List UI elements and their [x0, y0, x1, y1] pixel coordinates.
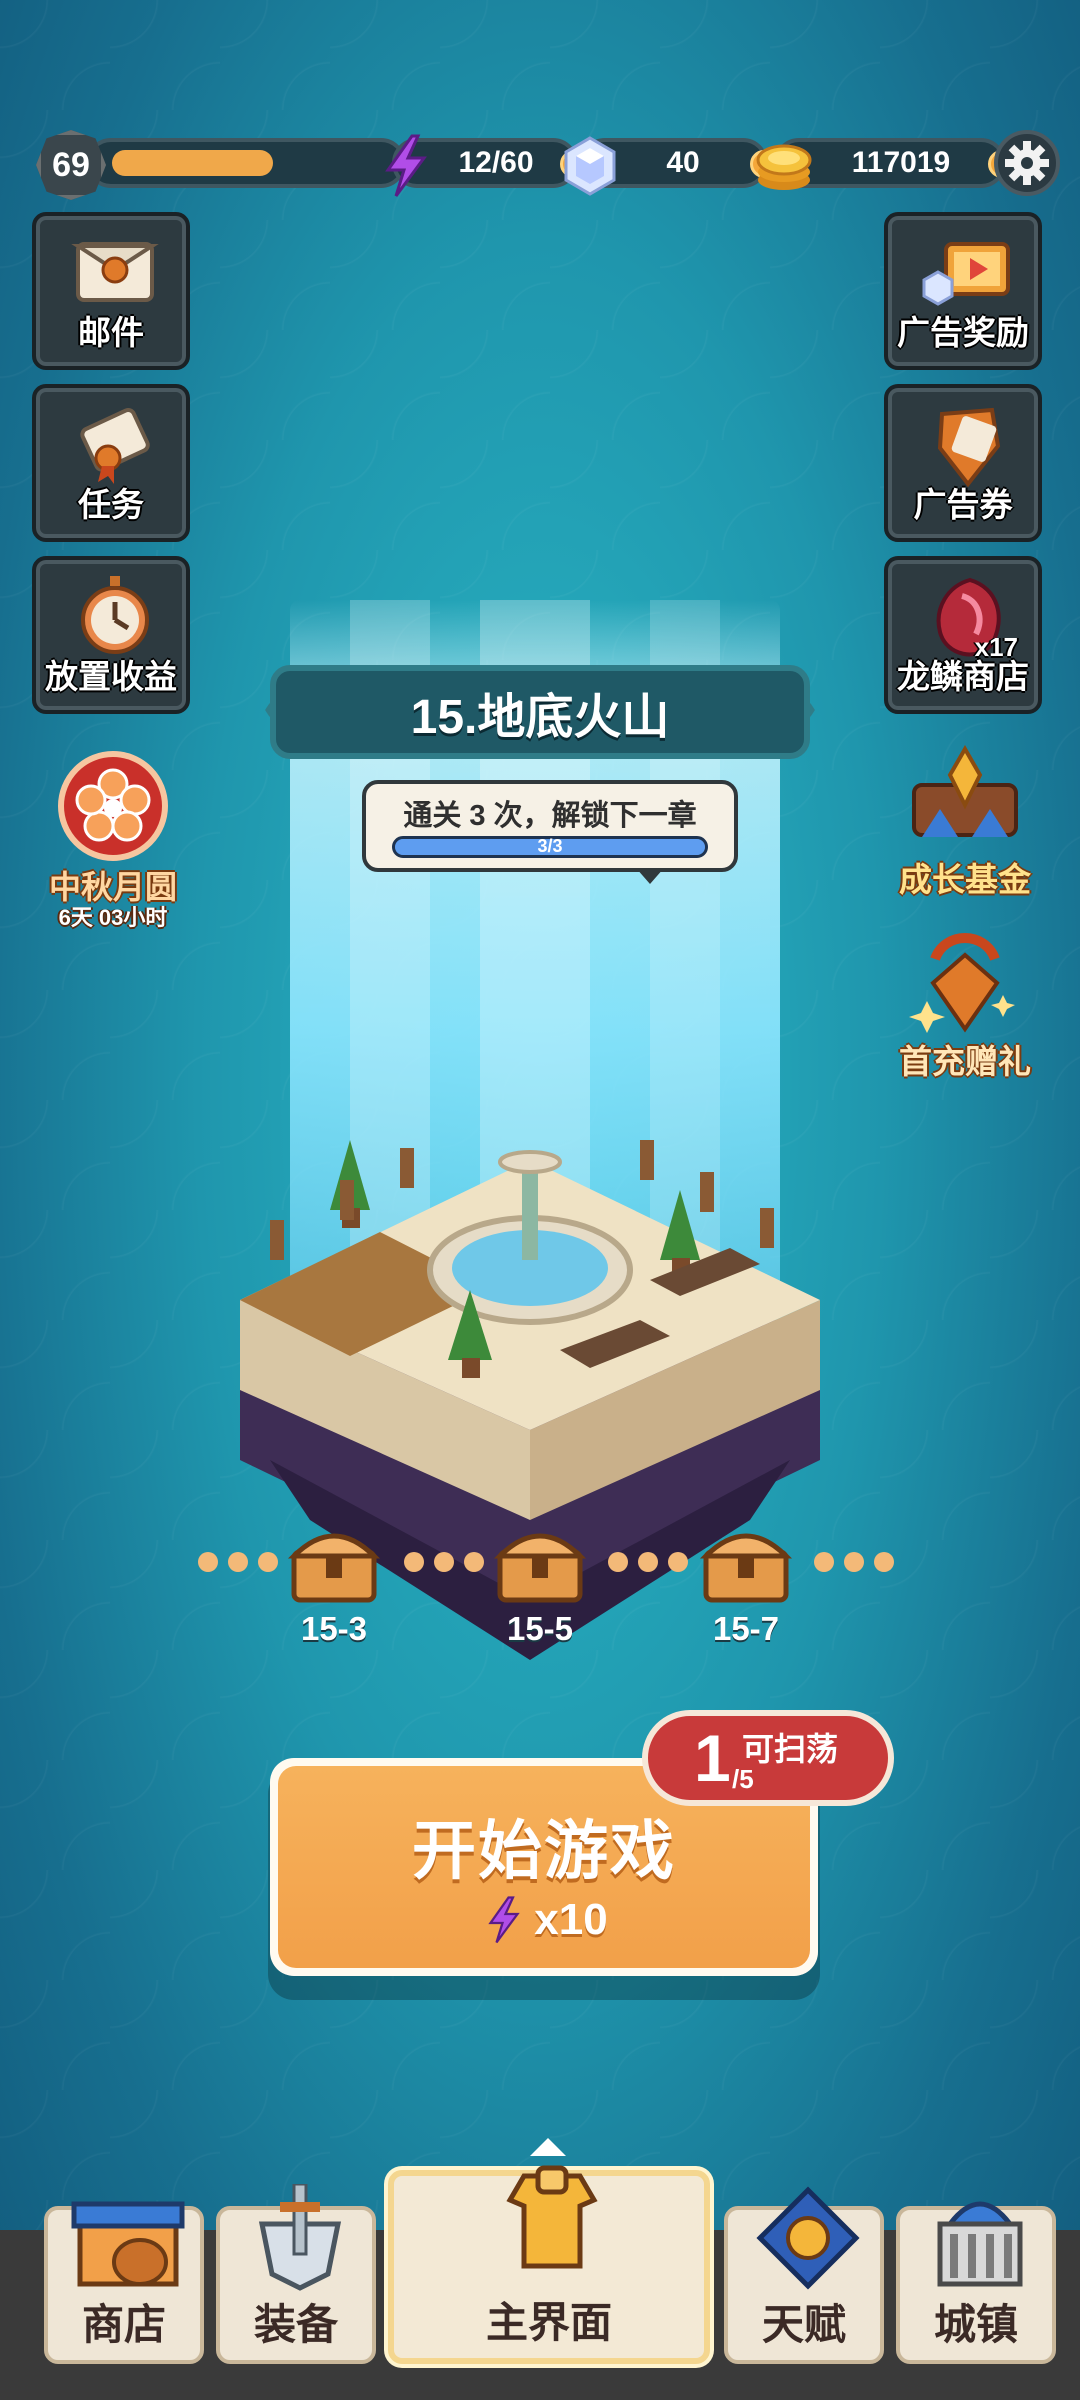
event-timer: 6天 03小时 [58, 905, 168, 930]
scroll-icon [80, 407, 150, 484]
growth-fund-label: 成长基金 [899, 861, 1031, 898]
milestone-label: 15-3 [300, 1610, 368, 1647]
ad-reward-label: 广告奖励 [897, 314, 1029, 351]
diamond-icon [564, 136, 616, 196]
gem-counter[interactable]: 40 + [564, 136, 778, 196]
ad-reward-button[interactable]: 广告奖励 [884, 212, 1042, 370]
idle-income-button[interactable]: 放置收益 [32, 556, 190, 714]
coin-value: 117019 [851, 146, 951, 179]
tasks-button[interactable]: 任务 [32, 384, 190, 542]
status-bar: 69 12/60 + 40 + 117019 + [36, 130, 1060, 200]
milestone-dots-4 [814, 1552, 894, 1574]
dragon-scale-shop-button[interactable]: x17 龙鳞商店 [884, 556, 1042, 714]
sweep-label: 可扫荡 [742, 1731, 839, 1767]
nav-main-label: 主界面 [485, 2299, 612, 2346]
idle-income-label: 放置收益 [45, 658, 177, 695]
milestone-dots-2 [404, 1552, 484, 1574]
milestone-label: 15-7 [712, 1610, 780, 1647]
mail-label: 邮件 [78, 314, 144, 351]
ticket-shield-icon [937, 407, 1001, 488]
chapter-title: 15.地底火山 [270, 665, 810, 759]
nav-talent[interactable]: 天赋 [724, 2186, 884, 2364]
nav-equipment[interactable]: 装备 [216, 2184, 376, 2364]
lightning-icon [488, 1896, 521, 1944]
flower-medal-icon [58, 751, 168, 861]
treasure-chest-icon[interactable] [286, 1512, 382, 1608]
nav-shop-label: 商店 [81, 2301, 166, 2348]
nav-talent-label: 天赋 [761, 2301, 846, 2348]
milestone-dots-1 [198, 1552, 278, 1574]
unlock-progress-text: 3/3 [537, 836, 563, 856]
coin-counter[interactable]: 117019 + [756, 138, 1016, 190]
start-game-label: 开始游戏 [412, 1815, 676, 1887]
energy-counter[interactable]: 12/60 + [385, 134, 588, 197]
level-value: 69 [52, 145, 90, 184]
xp-bar-fill [112, 150, 274, 176]
first-recharge-button[interactable]: 首充赠礼 [890, 925, 1040, 1080]
nav-main[interactable]: 主界面 [388, 2165, 710, 2364]
energy-value: 12/60 [458, 146, 534, 179]
nav-town-label: 城镇 [933, 2301, 1018, 2348]
mail-button[interactable]: 邮件 [32, 212, 190, 370]
treasure-chest-icon[interactable] [698, 1512, 794, 1608]
chapter-unlock-tooltip: 通关 3 次，解锁下一章 3/3 [362, 780, 738, 884]
mail-icon [71, 242, 159, 302]
sword-icon [258, 2184, 342, 2291]
coin-stack-icon [756, 144, 812, 190]
gem-value: 40 [666, 146, 700, 179]
town-icon [937, 2201, 1023, 2287]
stopwatch-icon [81, 576, 149, 654]
armor-icon [506, 2165, 598, 2269]
level-badge[interactable]: 69 [36, 130, 106, 200]
treasure-chest-icon[interactable] [492, 1512, 588, 1608]
tasks-label: 任务 [78, 486, 144, 523]
xp-bar [86, 138, 406, 188]
dragon-scale-shop-label: 龙鳞商店 [897, 658, 1029, 695]
settings-button[interactable] [994, 130, 1060, 196]
milestone-dots-3 [608, 1552, 688, 1574]
start-cost-value: x10 [534, 1895, 608, 1944]
growth-fund-button[interactable]: 成长基金 [890, 745, 1040, 898]
nav-equipment-label: 装备 [253, 2301, 338, 2348]
growth-fund-icon [912, 745, 1018, 837]
first-recharge-icon [909, 933, 1015, 1033]
shop-icon [71, 2201, 185, 2287]
first-recharge-label: 首充赠礼 [899, 1043, 1031, 1080]
lightning-icon [385, 134, 427, 197]
mid-autumn-event[interactable]: 中秋月圆 6天 03小时 [40, 750, 186, 930]
talent-icon [756, 2186, 860, 2290]
nav-active-indicator [530, 2138, 566, 2156]
ad-ticket-label: 广告券 [913, 486, 1013, 523]
nav-shop[interactable]: 商店 [44, 2201, 204, 2364]
sweep-badge[interactable]: 1 /5 可扫荡 [642, 1710, 894, 1806]
milestone-label: 15-5 [506, 1610, 574, 1647]
gear-icon [1005, 141, 1049, 185]
unlock-progress-bar: 3/3 [392, 836, 708, 858]
sweep-count: 1 [694, 1721, 731, 1795]
start-cost: x10 [278, 1890, 810, 1950]
tv-ad-icon [922, 242, 1010, 306]
unlock-text: 通关 3 次，解锁下一章 [403, 800, 697, 832]
ad-ticket-button[interactable]: 广告券 [884, 384, 1042, 542]
nav-town[interactable]: 城镇 [896, 2201, 1056, 2364]
